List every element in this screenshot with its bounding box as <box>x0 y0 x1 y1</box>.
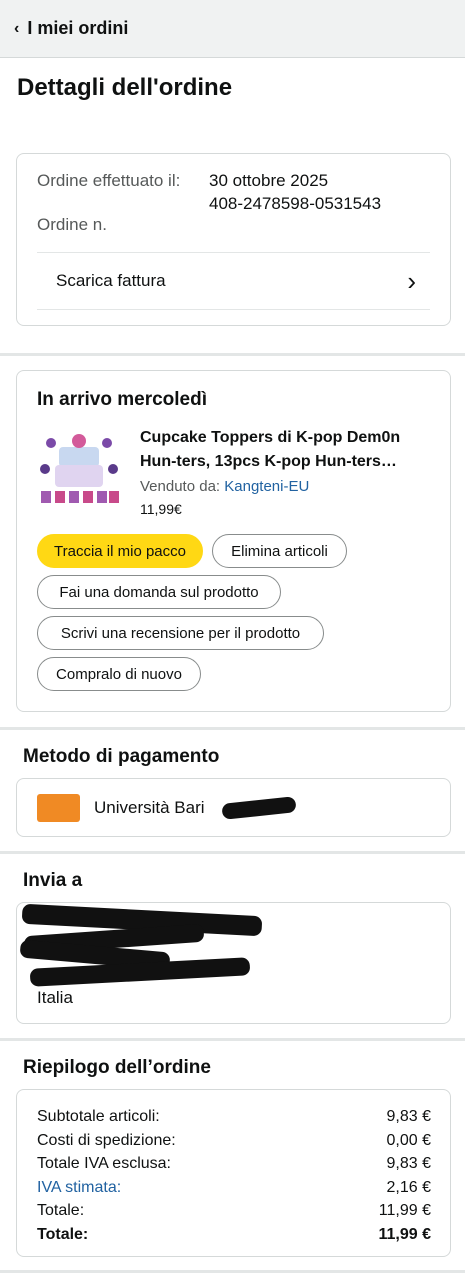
summary-label: Totale: <box>37 1202 85 1219</box>
ship-to-title: Invia a <box>23 870 83 891</box>
summary-row: Totale IVA esclusa: 9,83 € <box>37 1152 431 1176</box>
payment-card-name: Università Bari <box>94 798 205 817</box>
summary-value: 0,00 € <box>386 1131 431 1149</box>
summary-row: Subtotale articoli: 9,83 € <box>37 1105 431 1129</box>
delivery-status: In arrivo mercoledì <box>37 389 208 410</box>
grand-total-value: 11,99 € <box>378 1225 432 1243</box>
product-title-line-1[interactable]: Cupcake Toppers di K-pop Dem0n <box>140 429 400 447</box>
buy-again-button[interactable]: Compralo di nuovo <box>37 657 201 691</box>
page-title: Dettagli dell'ordine <box>17 74 233 101</box>
cupcake-toppers-image <box>37 425 121 511</box>
summary-label: Costi di spedizione: <box>37 1131 176 1149</box>
payment-title: Metodo di pagamento <box>23 746 220 767</box>
summary-value: 2,16 € <box>386 1178 431 1196</box>
summary-row: IVA stimata: 2,16 € <box>37 1176 431 1200</box>
order-placed-label: Ordine effettuato il: <box>37 171 181 190</box>
order-summary-title: Riepilogo dell’ordine <box>23 1057 211 1078</box>
summary-value: 9,83 € <box>386 1108 431 1125</box>
summary-label: Totale IVA esclusa: <box>37 1155 171 1172</box>
card-logo-icon <box>37 794 80 822</box>
order-number: 408-2478598-0531543 <box>209 194 382 213</box>
divider <box>37 309 430 310</box>
back-label: I miei ordini <box>27 18 129 38</box>
ask-question-button[interactable]: Fai una domanda sul prodotto <box>37 575 281 609</box>
write-review-button[interactable]: Scrivi una recensione per il prodotto <box>37 616 324 650</box>
shipping-country: Italia <box>37 988 73 1007</box>
download-invoice-label: Scarica fattura <box>56 271 166 290</box>
section-separator <box>0 353 465 356</box>
chevron-left-icon: ‹ <box>14 19 20 37</box>
sold-by-label: Venduto da: <box>140 478 221 495</box>
section-separator <box>0 1270 465 1273</box>
product-price: 11,99€ <box>140 501 182 517</box>
grand-total-row: Totale: 11,99 € <box>37 1223 431 1247</box>
summary-value: 11,99 € <box>378 1202 431 1219</box>
summary-value: 9,83 € <box>386 1155 431 1172</box>
summary-label: Subtotale articoli: <box>37 1108 160 1125</box>
section-separator <box>0 851 465 854</box>
product-title-line-2[interactable]: Hun-ters, 13pcs K-pop Hun-ters… <box>140 453 397 471</box>
summary-row: Totale: 11,99 € <box>37 1199 431 1223</box>
back-nav[interactable]: ‹ I miei ordini <box>0 0 465 58</box>
product-image[interactable] <box>37 425 121 511</box>
summary-row: Costi di spedizione: 0,00 € <box>37 1129 431 1153</box>
delete-items-button[interactable]: Elimina articoli <box>212 534 347 568</box>
grand-total-label: Totale: <box>37 1225 89 1243</box>
download-invoice-row[interactable]: Scarica fattura › <box>37 253 430 309</box>
section-separator <box>0 727 465 730</box>
chevron-right-icon: › <box>407 266 416 296</box>
order-placed-date: 30 ottobre 2025 <box>209 171 329 190</box>
section-separator <box>0 1038 465 1041</box>
estimated-vat-link[interactable]: IVA stimata: <box>37 1176 121 1200</box>
seller-link[interactable]: Kangteni-EU <box>224 478 309 495</box>
order-number-label: Ordine n. <box>37 215 107 234</box>
track-package-button[interactable]: Traccia il mio pacco <box>37 534 203 568</box>
sold-by: Venduto da: Kangteni-EU <box>140 478 309 495</box>
